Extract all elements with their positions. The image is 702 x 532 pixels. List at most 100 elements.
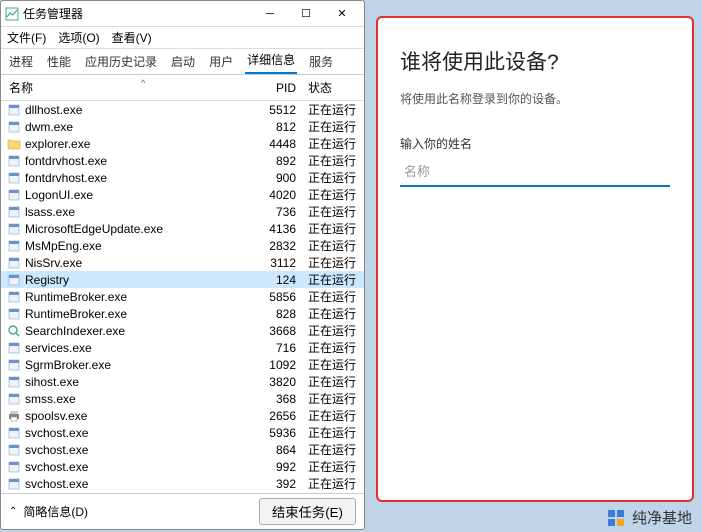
process-pid: 4448 xyxy=(250,137,304,151)
process-row[interactable]: lsass.exe736正在运行 xyxy=(1,203,364,220)
process-row[interactable]: LogonUI.exe4020正在运行 xyxy=(1,186,364,203)
process-row[interactable]: MsMpEng.exe2832正在运行 xyxy=(1,237,364,254)
tab-2[interactable]: 应用历史记录 xyxy=(83,49,159,74)
tab-1[interactable]: 性能 xyxy=(45,49,73,74)
column-header-name[interactable]: 名称 xyxy=(1,79,250,96)
process-icon xyxy=(7,443,21,457)
oobe-title: 谁将使用此设备? xyxy=(400,46,670,76)
titlebar[interactable]: 任务管理器 ─ ☐ ✕ xyxy=(1,1,364,27)
column-header-status[interactable]: 状态 xyxy=(304,79,360,96)
process-row[interactable]: MicrosoftEdgeUpdate.exe4136正在运行 xyxy=(1,220,364,237)
tab-3[interactable]: 启动 xyxy=(169,49,197,74)
process-icon xyxy=(7,239,21,253)
process-name: MicrosoftEdgeUpdate.exe xyxy=(25,222,163,236)
watermark-text: 纯净基地 xyxy=(632,507,692,528)
process-name: sihost.exe xyxy=(25,375,79,389)
name-input[interactable] xyxy=(400,158,670,187)
process-row[interactable]: explorer.exe4448正在运行 xyxy=(1,135,364,152)
process-name-cell: services.exe xyxy=(1,341,250,355)
process-row[interactable]: spoolsv.exe2656正在运行 xyxy=(1,407,364,424)
process-row[interactable]: RuntimeBroker.exe5856正在运行 xyxy=(1,288,364,305)
menu-view[interactable]: 查看(V) xyxy=(112,29,152,46)
process-name: RuntimeBroker.exe xyxy=(25,307,127,321)
maximize-button[interactable]: ☐ xyxy=(288,2,324,26)
sort-arrow-icon: ^ xyxy=(141,78,145,88)
process-pid: 864 xyxy=(250,443,304,457)
process-row[interactable]: NisSrv.exe3112正在运行 xyxy=(1,254,364,271)
process-row[interactable]: RuntimeBroker.exe828正在运行 xyxy=(1,305,364,322)
oobe-dialog: 谁将使用此设备? 将使用此名称登录到你的设备。 输入你的姓名 xyxy=(376,16,694,502)
process-row[interactable]: svchost.exe5936正在运行 xyxy=(1,424,364,441)
process-status: 正在运行 xyxy=(304,441,360,458)
process-row[interactable]: dwm.exe812正在运行 xyxy=(1,118,364,135)
process-pid: 992 xyxy=(250,460,304,474)
process-name-cell: smss.exe xyxy=(1,392,250,406)
column-header-row: ^ 名称 PID 状态 xyxy=(1,75,364,101)
process-name-cell: MicrosoftEdgeUpdate.exe xyxy=(1,222,250,236)
process-row[interactable]: SgrmBroker.exe1092正在运行 xyxy=(1,356,364,373)
process-icon xyxy=(7,358,21,372)
process-name-cell: SgrmBroker.exe xyxy=(1,358,250,372)
process-pid: 1092 xyxy=(250,358,304,372)
process-icon xyxy=(7,188,21,202)
process-name-cell: spoolsv.exe xyxy=(1,409,250,423)
collapse-arrow-icon[interactable]: ⌃ xyxy=(9,506,17,517)
process-icon xyxy=(7,222,21,236)
process-name: RuntimeBroker.exe xyxy=(25,290,127,304)
process-pid: 5512 xyxy=(250,103,304,117)
process-name: svchost.exe xyxy=(25,460,88,474)
process-name-cell: svchost.exe xyxy=(1,443,250,457)
process-status: 正在运行 xyxy=(304,356,360,373)
process-row[interactable]: svchost.exe992正在运行 xyxy=(1,458,364,475)
process-pid: 2832 xyxy=(250,239,304,253)
process-row[interactable]: services.exe716正在运行 xyxy=(1,339,364,356)
process-status: 正在运行 xyxy=(304,305,360,322)
process-icon xyxy=(7,307,21,321)
process-name: services.exe xyxy=(25,341,92,355)
process-icon xyxy=(7,290,21,304)
menu-options[interactable]: 选项(O) xyxy=(58,29,99,46)
close-button[interactable]: ✕ xyxy=(324,2,360,26)
name-field-label: 输入你的姓名 xyxy=(400,135,670,152)
process-icon xyxy=(7,341,21,355)
process-row[interactable]: svchost.exe392正在运行 xyxy=(1,475,364,492)
process-name-cell: svchost.exe xyxy=(1,477,250,491)
process-row[interactable]: svchost.exe864正在运行 xyxy=(1,441,364,458)
process-status: 正在运行 xyxy=(304,424,360,441)
process-row[interactable]: Registry124正在运行 xyxy=(1,271,364,288)
tab-5[interactable]: 详细信息 xyxy=(245,47,297,74)
process-row[interactable]: fontdrvhost.exe900正在运行 xyxy=(1,169,364,186)
process-status: 正在运行 xyxy=(304,339,360,356)
process-name: SearchIndexer.exe xyxy=(25,324,125,338)
process-row[interactable]: smss.exe368正在运行 xyxy=(1,390,364,407)
process-name-cell: NisSrv.exe xyxy=(1,256,250,270)
process-name-cell: svchost.exe xyxy=(1,426,250,440)
process-list[interactable]: dllhost.exe5512正在运行dwm.exe812正在运行 explore… xyxy=(1,101,364,493)
process-name-cell: lsass.exe xyxy=(1,205,250,219)
process-pid: 3112 xyxy=(250,256,304,270)
end-task-button[interactable]: 结束任务(E) xyxy=(259,498,356,525)
process-status: 正在运行 xyxy=(304,220,360,237)
process-name: NisSrv.exe xyxy=(25,256,82,270)
tab-6[interactable]: 服务 xyxy=(307,49,335,74)
tab-0[interactable]: 进程 xyxy=(7,49,35,74)
process-pid: 892 xyxy=(250,154,304,168)
process-name: svchost.exe xyxy=(25,477,88,491)
fewer-details-link[interactable]: 简略信息(D) xyxy=(23,503,253,520)
process-name-cell: LogonUI.exe xyxy=(1,188,250,202)
process-icon xyxy=(7,205,21,219)
minimize-button[interactable]: ─ xyxy=(252,2,288,26)
menu-file[interactable]: 文件(F) xyxy=(7,29,46,46)
process-name: lsass.exe xyxy=(25,205,75,219)
process-name: explorer.exe xyxy=(25,137,90,151)
column-header-pid[interactable]: PID xyxy=(250,81,304,95)
process-row[interactable]: dllhost.exe5512正在运行 xyxy=(1,101,364,118)
process-row[interactable]: SearchIndexer.exe3668正在运行 xyxy=(1,322,364,339)
process-pid: 812 xyxy=(250,120,304,134)
tab-4[interactable]: 用户 xyxy=(207,49,235,74)
process-row[interactable]: fontdrvhost.exe892正在运行 xyxy=(1,152,364,169)
process-name: LogonUI.exe xyxy=(25,188,93,202)
process-status: 正在运行 xyxy=(304,203,360,220)
process-name-cell: MsMpEng.exe xyxy=(1,239,250,253)
process-row[interactable]: sihost.exe3820正在运行 xyxy=(1,373,364,390)
